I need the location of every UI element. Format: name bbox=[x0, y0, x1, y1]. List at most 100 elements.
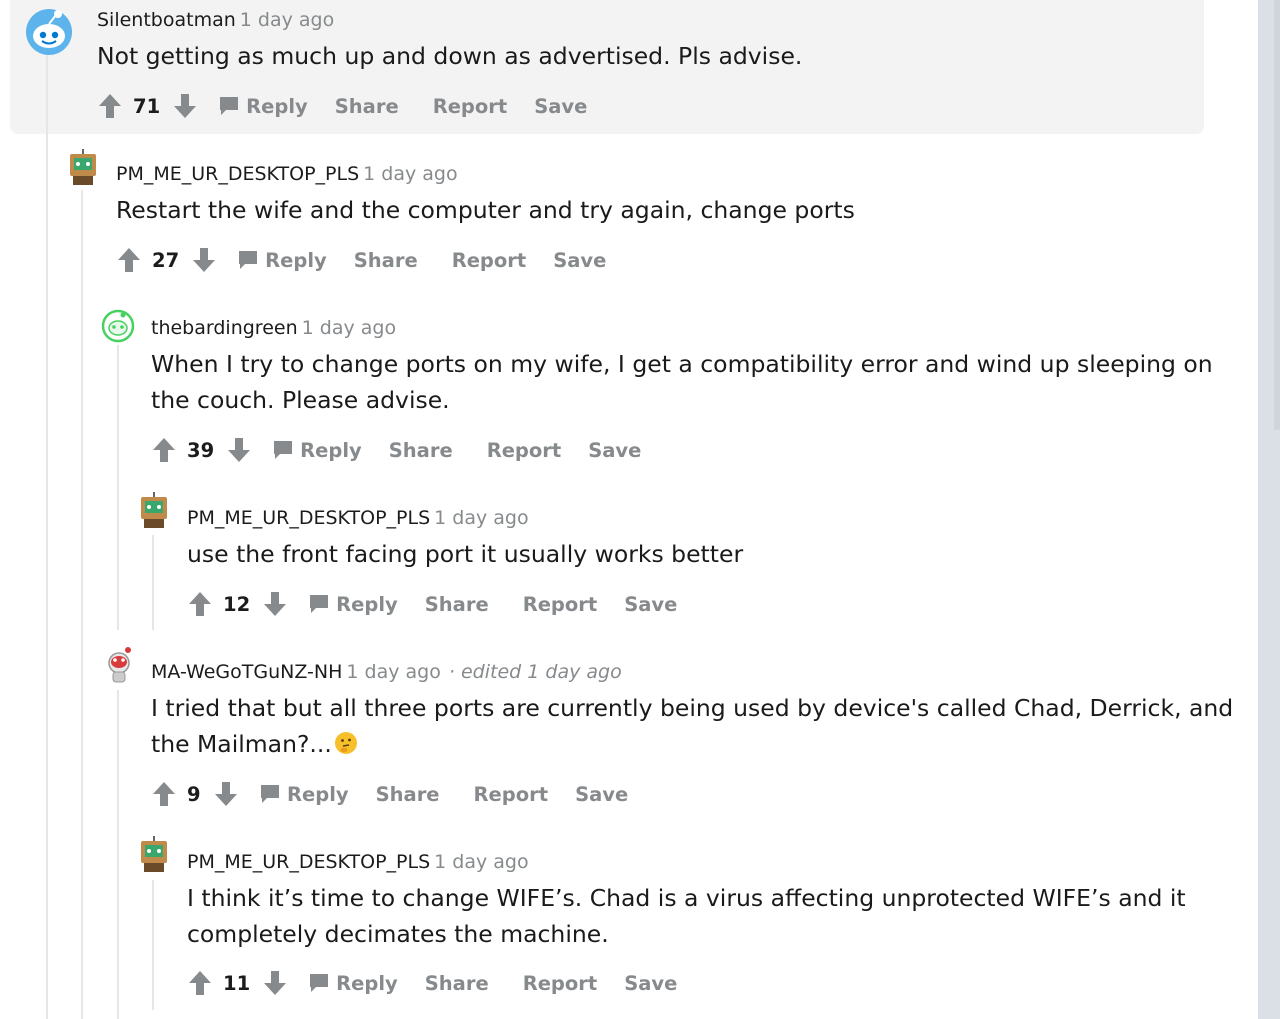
snoo-blue-avatar[interactable] bbox=[24, 6, 74, 56]
downvote-arrow-icon[interactable] bbox=[226, 437, 252, 463]
comment-body-line: Restart the wife and the computer and tr… bbox=[116, 196, 855, 224]
save-button[interactable]: Save bbox=[534, 95, 587, 118]
comment-author[interactable]: PM_ME_UR_DESKTOP_PLS bbox=[116, 163, 359, 185]
upvote-arrow-icon[interactable] bbox=[187, 970, 213, 996]
speech-bubble-icon bbox=[261, 785, 279, 803]
retro-computer-avatar[interactable] bbox=[66, 148, 100, 188]
reply-button[interactable]: Reply bbox=[288, 972, 398, 995]
reply-button[interactable]: Reply bbox=[239, 783, 349, 806]
thread-line[interactable] bbox=[152, 535, 154, 630]
thinking-face-emoji bbox=[334, 732, 357, 754]
share-button[interactable]: Share bbox=[389, 439, 453, 462]
comment-body-line-wrap: the Mailman?... bbox=[151, 726, 1233, 762]
comment-body: When I try to change ports on my wife, I… bbox=[151, 346, 1213, 418]
comment-timestamp[interactable]: 1 day ago bbox=[240, 9, 334, 31]
snoo-red-avatar[interactable] bbox=[101, 645, 137, 685]
snoo-green-avatar[interactable] bbox=[101, 309, 135, 343]
downvote-arrow-icon[interactable] bbox=[213, 781, 239, 807]
report-button[interactable]: Report bbox=[474, 783, 549, 806]
vote-score: 71 bbox=[133, 94, 161, 118]
downvote-arrow-icon[interactable] bbox=[172, 93, 198, 119]
save-button[interactable]: Save bbox=[588, 439, 641, 462]
comment-timestamp[interactable]: 1 day ago bbox=[434, 851, 528, 873]
downvote-arrow-icon[interactable] bbox=[262, 591, 288, 617]
report-button[interactable]: Report bbox=[523, 972, 598, 995]
speech-bubble-icon bbox=[274, 441, 293, 459]
share-button[interactable]: Share bbox=[425, 593, 489, 616]
thread-line[interactable] bbox=[117, 690, 119, 1019]
vote-score: 39 bbox=[187, 438, 215, 462]
share-button[interactable]: Share bbox=[354, 249, 418, 272]
upvote-arrow-icon[interactable] bbox=[116, 247, 142, 273]
thread-line[interactable] bbox=[117, 345, 119, 630]
comment-actions: 12 Reply Share Report Save bbox=[187, 589, 704, 619]
comment-body: I tried that but all three ports are cur… bbox=[151, 690, 1233, 762]
comment-author[interactable]: thebardingreen bbox=[151, 317, 298, 339]
comment-body-line: I think it’s time to change WIFE’s. Chad… bbox=[187, 884, 1186, 912]
scrollbar-thumb[interactable] bbox=[1274, 0, 1280, 430]
comment-timestamp[interactable]: 1 day ago bbox=[434, 507, 528, 529]
vote-score: 12 bbox=[223, 592, 251, 616]
thread-line[interactable] bbox=[152, 880, 154, 1010]
comment-body-line: the Mailman?... bbox=[151, 730, 332, 758]
reply-label: Reply bbox=[336, 971, 398, 995]
comment-body-line: I tried that but all three ports are cur… bbox=[151, 694, 1234, 722]
thread-line[interactable] bbox=[81, 190, 83, 1019]
comment-body: use the front facing port it usually wor… bbox=[187, 536, 743, 572]
report-button[interactable]: Report bbox=[433, 95, 508, 118]
reply-button[interactable]: Reply bbox=[288, 593, 398, 616]
save-button[interactable]: Save bbox=[624, 972, 677, 995]
speech-bubble-icon bbox=[220, 97, 239, 115]
reply-label: Reply bbox=[336, 592, 398, 616]
share-button[interactable]: Share bbox=[335, 95, 399, 118]
reply-button[interactable]: Reply bbox=[217, 249, 327, 272]
downvote-arrow-icon[interactable] bbox=[191, 247, 217, 273]
upvote-arrow-icon[interactable] bbox=[151, 437, 177, 463]
comment-author[interactable]: PM_ME_UR_DESKTOP_PLS bbox=[187, 851, 430, 873]
report-button[interactable]: Report bbox=[452, 249, 527, 272]
report-button[interactable]: Report bbox=[523, 593, 598, 616]
reply-label: Reply bbox=[265, 248, 327, 272]
comment-author[interactable]: Silentboatman bbox=[97, 9, 236, 31]
speech-bubble-icon bbox=[310, 595, 329, 613]
comment-timestamp[interactable]: 1 day ago bbox=[302, 317, 396, 339]
upvote-arrow-icon[interactable] bbox=[151, 781, 177, 807]
comment-actions: 39 Reply Share Report Save bbox=[151, 435, 668, 465]
downvote-arrow-icon[interactable] bbox=[262, 970, 288, 996]
comment-body: Restart the wife and the computer and tr… bbox=[116, 192, 855, 228]
comment-body-line: Not getting as much up and down as adver… bbox=[97, 42, 803, 70]
share-button[interactable]: Share bbox=[425, 972, 489, 995]
save-button[interactable]: Save bbox=[553, 249, 606, 272]
comment-author[interactable]: PM_ME_UR_DESKTOP_PLS bbox=[187, 507, 430, 529]
thread-line[interactable] bbox=[46, 50, 48, 1019]
comment-body-line: completely decimates the machine. bbox=[187, 920, 609, 948]
vote-score: 11 bbox=[223, 971, 251, 995]
speech-bubble-icon bbox=[310, 974, 329, 992]
upvote-arrow-icon[interactable] bbox=[187, 591, 213, 617]
upvote-arrow-icon[interactable] bbox=[97, 93, 123, 119]
reply-label: Reply bbox=[300, 438, 362, 462]
reply-label: Reply bbox=[287, 782, 349, 806]
share-button[interactable]: Share bbox=[376, 783, 440, 806]
comment-body: I think it’s time to change WIFE’s. Chad… bbox=[187, 880, 1186, 952]
report-button[interactable]: Report bbox=[487, 439, 562, 462]
comment-actions: 27 Reply Share Report Save bbox=[116, 245, 633, 275]
retro-computer-avatar[interactable] bbox=[137, 491, 171, 531]
comment-author[interactable]: MA-WeGoTGuNZ-NH bbox=[151, 661, 342, 683]
vote-score: 27 bbox=[152, 248, 180, 272]
reply-button[interactable]: Reply bbox=[252, 439, 362, 462]
save-button[interactable]: Save bbox=[575, 783, 628, 806]
save-button[interactable]: Save bbox=[624, 593, 677, 616]
comment-body: Not getting as much up and down as adver… bbox=[97, 38, 802, 74]
reply-button[interactable]: Reply bbox=[198, 95, 308, 118]
comment-actions: 71 Reply Share Report Save bbox=[97, 91, 614, 121]
comment-timestamp[interactable]: 1 day ago bbox=[363, 163, 457, 185]
vote-score: 9 bbox=[187, 782, 201, 806]
edited-indicator: · edited 1 day ago bbox=[448, 661, 622, 683]
comment-body-line: When I try to change ports on my wife, I… bbox=[151, 350, 1213, 378]
retro-computer-avatar[interactable] bbox=[137, 835, 171, 875]
comment-timestamp[interactable]: 1 day ago bbox=[346, 661, 440, 683]
reply-label: Reply bbox=[246, 94, 308, 118]
comment-body-line: use the front facing port it usually wor… bbox=[187, 540, 744, 568]
comment-actions: 11 Reply Share Report Save bbox=[187, 968, 704, 998]
